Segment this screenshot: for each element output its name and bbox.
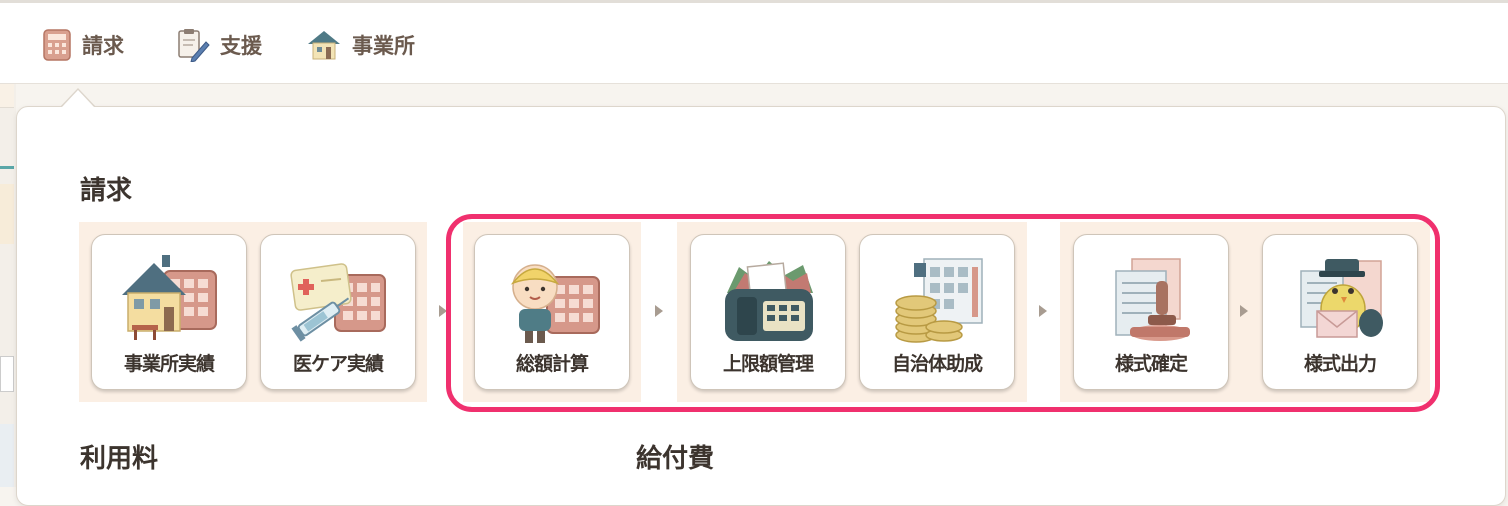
card-label: 様式確定 <box>1114 353 1188 375</box>
background-page-edge <box>0 84 16 487</box>
card-label: 総額計算 <box>515 353 589 375</box>
section-title-usage-fee: 利用料 <box>80 444 159 474</box>
house-icon <box>306 29 342 61</box>
step-arrow <box>1240 305 1248 317</box>
section-title-billing: 請求 <box>80 176 133 206</box>
municipal-subsidy-button[interactable]: 自治体助成 <box>859 234 1015 390</box>
nav-label-support: 支援 <box>220 34 262 58</box>
medical-card-syringe-icon <box>289 253 389 345</box>
coins-building-icon <box>888 253 988 345</box>
child-calculator-icon <box>503 253 603 345</box>
form-confirmation-button[interactable]: 様式確定 <box>1073 234 1229 390</box>
step-arrow <box>1039 305 1047 317</box>
top-navigation-bar: 請求 支援 事業所 <box>0 0 1508 84</box>
nav-label-billing: 請求 <box>82 34 124 58</box>
section-title-benefit: 給付費 <box>636 444 715 474</box>
office-results-button[interactable]: 事業所実績 <box>91 234 247 390</box>
card-label: 上限額管理 <box>722 353 814 375</box>
step-arrow <box>439 305 447 317</box>
calculator-icon <box>42 29 72 61</box>
nav-item-billing[interactable]: 請求 <box>42 27 124 63</box>
fax-machine-icon <box>719 253 819 345</box>
nav-item-office[interactable]: 事業所 <box>306 27 415 63</box>
limit-amount-management-button[interactable]: 上限額管理 <box>690 234 846 390</box>
form-output-button[interactable]: 様式出力 <box>1262 234 1418 390</box>
total-calculation-button[interactable]: 総額計算 <box>474 234 630 390</box>
house-calendar-icon <box>120 253 220 345</box>
card-label: 医ケア実績 <box>292 353 384 375</box>
medical-care-results-button[interactable]: 医ケア実績 <box>260 234 416 390</box>
clipboard-pen-icon <box>176 28 210 62</box>
nav-item-support[interactable]: 支援 <box>176 27 262 63</box>
step-arrow <box>655 305 663 317</box>
mail-bird-icon <box>1291 253 1391 345</box>
nav-label-office: 事業所 <box>352 34 415 58</box>
card-label: 様式出力 <box>1303 353 1377 375</box>
card-label: 事業所実績 <box>123 353 215 375</box>
card-label: 自治体助成 <box>891 353 983 375</box>
stamp-document-icon <box>1102 253 1202 345</box>
